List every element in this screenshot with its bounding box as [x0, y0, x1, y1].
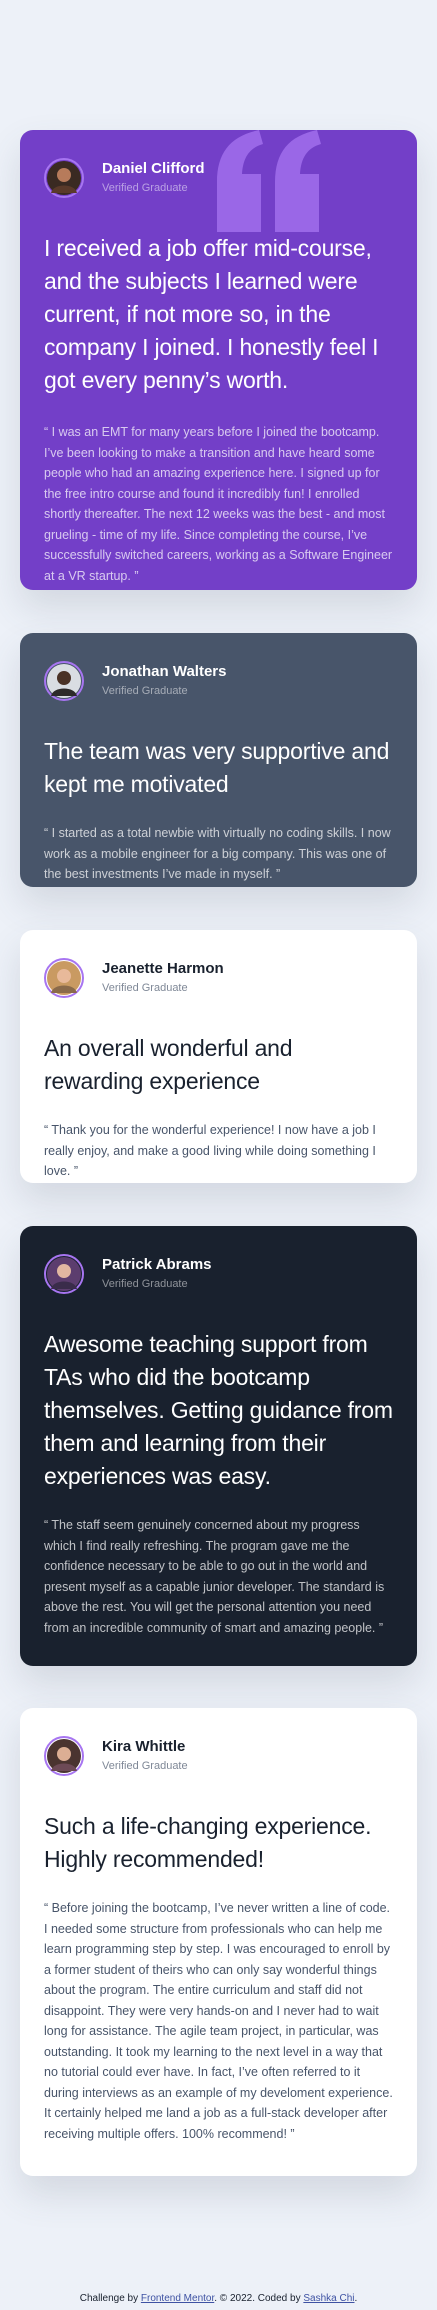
person-role: Verified Graduate: [102, 685, 188, 697]
testimonial-body: “ The staff seem genuinely concerned abo…: [44, 1518, 385, 1635]
person-role: Verified Graduate: [102, 1278, 188, 1290]
testimonial-headline: The team was very supportive and kept me…: [44, 738, 390, 797]
frontend-mentor-link[interactable]: Frontend Mentor: [141, 2293, 214, 2304]
user-avatar-icon: [44, 158, 84, 198]
person-info: Jonathan Walters Verified Graduate: [102, 662, 226, 700]
user-avatar-icon: [44, 1254, 84, 1294]
attribution-suffix: .: [354, 2293, 358, 2304]
person-role: Verified Graduate: [102, 182, 188, 194]
testimonial-card-daniel: Daniel Clifford Verified Graduate I rece…: [20, 130, 417, 590]
user-avatar-icon: [44, 958, 84, 998]
card-header: Jeanette Harmon Verified Graduate: [44, 954, 393, 1002]
attribution-middle: . © 2022. Coded by: [214, 2293, 301, 2304]
person-info: Kira Whittle Verified Graduate: [102, 1737, 188, 1775]
person-name: Jeanette Harmon: [102, 960, 224, 977]
person-role: Verified Graduate: [102, 1760, 188, 1772]
person-name: Daniel Clifford: [102, 160, 205, 177]
author-link[interactable]: Sashka Chi: [303, 2293, 354, 2304]
attribution-prefix: Challenge by: [79, 2293, 139, 2304]
person-info: Jeanette Harmon Verified Graduate: [102, 959, 224, 997]
person-info: Daniel Clifford Verified Graduate: [102, 159, 205, 197]
attribution-footer: Challenge by Frontend Mentor. © 2022. Co…: [0, 2292, 437, 2306]
card-header: Patrick Abrams Verified Graduate: [44, 1250, 393, 1298]
testimonial-headline: An overall wonderful and rewarding exper…: [44, 1035, 293, 1094]
user-avatar-icon: [44, 661, 84, 701]
person-name: Patrick Abrams: [102, 1256, 212, 1273]
testimonial-card-kira: Kira Whittle Verified Graduate Such a li…: [20, 1708, 417, 2176]
testimonial-card-patrick: Patrick Abrams Verified Graduate Awesome…: [20, 1226, 417, 1666]
card-header: Daniel Clifford Verified Graduate: [44, 154, 393, 202]
testimonial-body: “ Thank you for the wonderful experience…: [44, 1123, 376, 1178]
testimonial-headline: I received a job offer mid-course, and t…: [44, 235, 379, 393]
card-header: Kira Whittle Verified Graduate: [44, 1732, 393, 1780]
testimonial-body: “ Before joining the bootcamp, I’ve neve…: [44, 1901, 393, 2141]
person-info: Patrick Abrams Verified Graduate: [102, 1255, 212, 1293]
person-role: Verified Graduate: [102, 982, 188, 994]
user-avatar-icon: [44, 1736, 84, 1776]
testimonial-card-jonathan: Jonathan Walters Verified Graduate The t…: [20, 633, 417, 887]
card-header: Jonathan Walters Verified Graduate: [44, 657, 393, 705]
testimonial-card-jeanette: Jeanette Harmon Verified Graduate An ove…: [20, 930, 417, 1183]
person-name: Jonathan Walters: [102, 663, 227, 680]
person-name: Kira Whittle: [102, 1738, 186, 1755]
testimonial-body: “ I was an EMT for many years before I j…: [44, 425, 393, 583]
testimonial-body: “ I started as a total newbie with virtu…: [44, 826, 391, 881]
testimonial-headline: Such a life-changing experience. Highly …: [44, 1813, 372, 1872]
testimonial-headline: Awesome teaching support from TAs who di…: [44, 1331, 393, 1489]
